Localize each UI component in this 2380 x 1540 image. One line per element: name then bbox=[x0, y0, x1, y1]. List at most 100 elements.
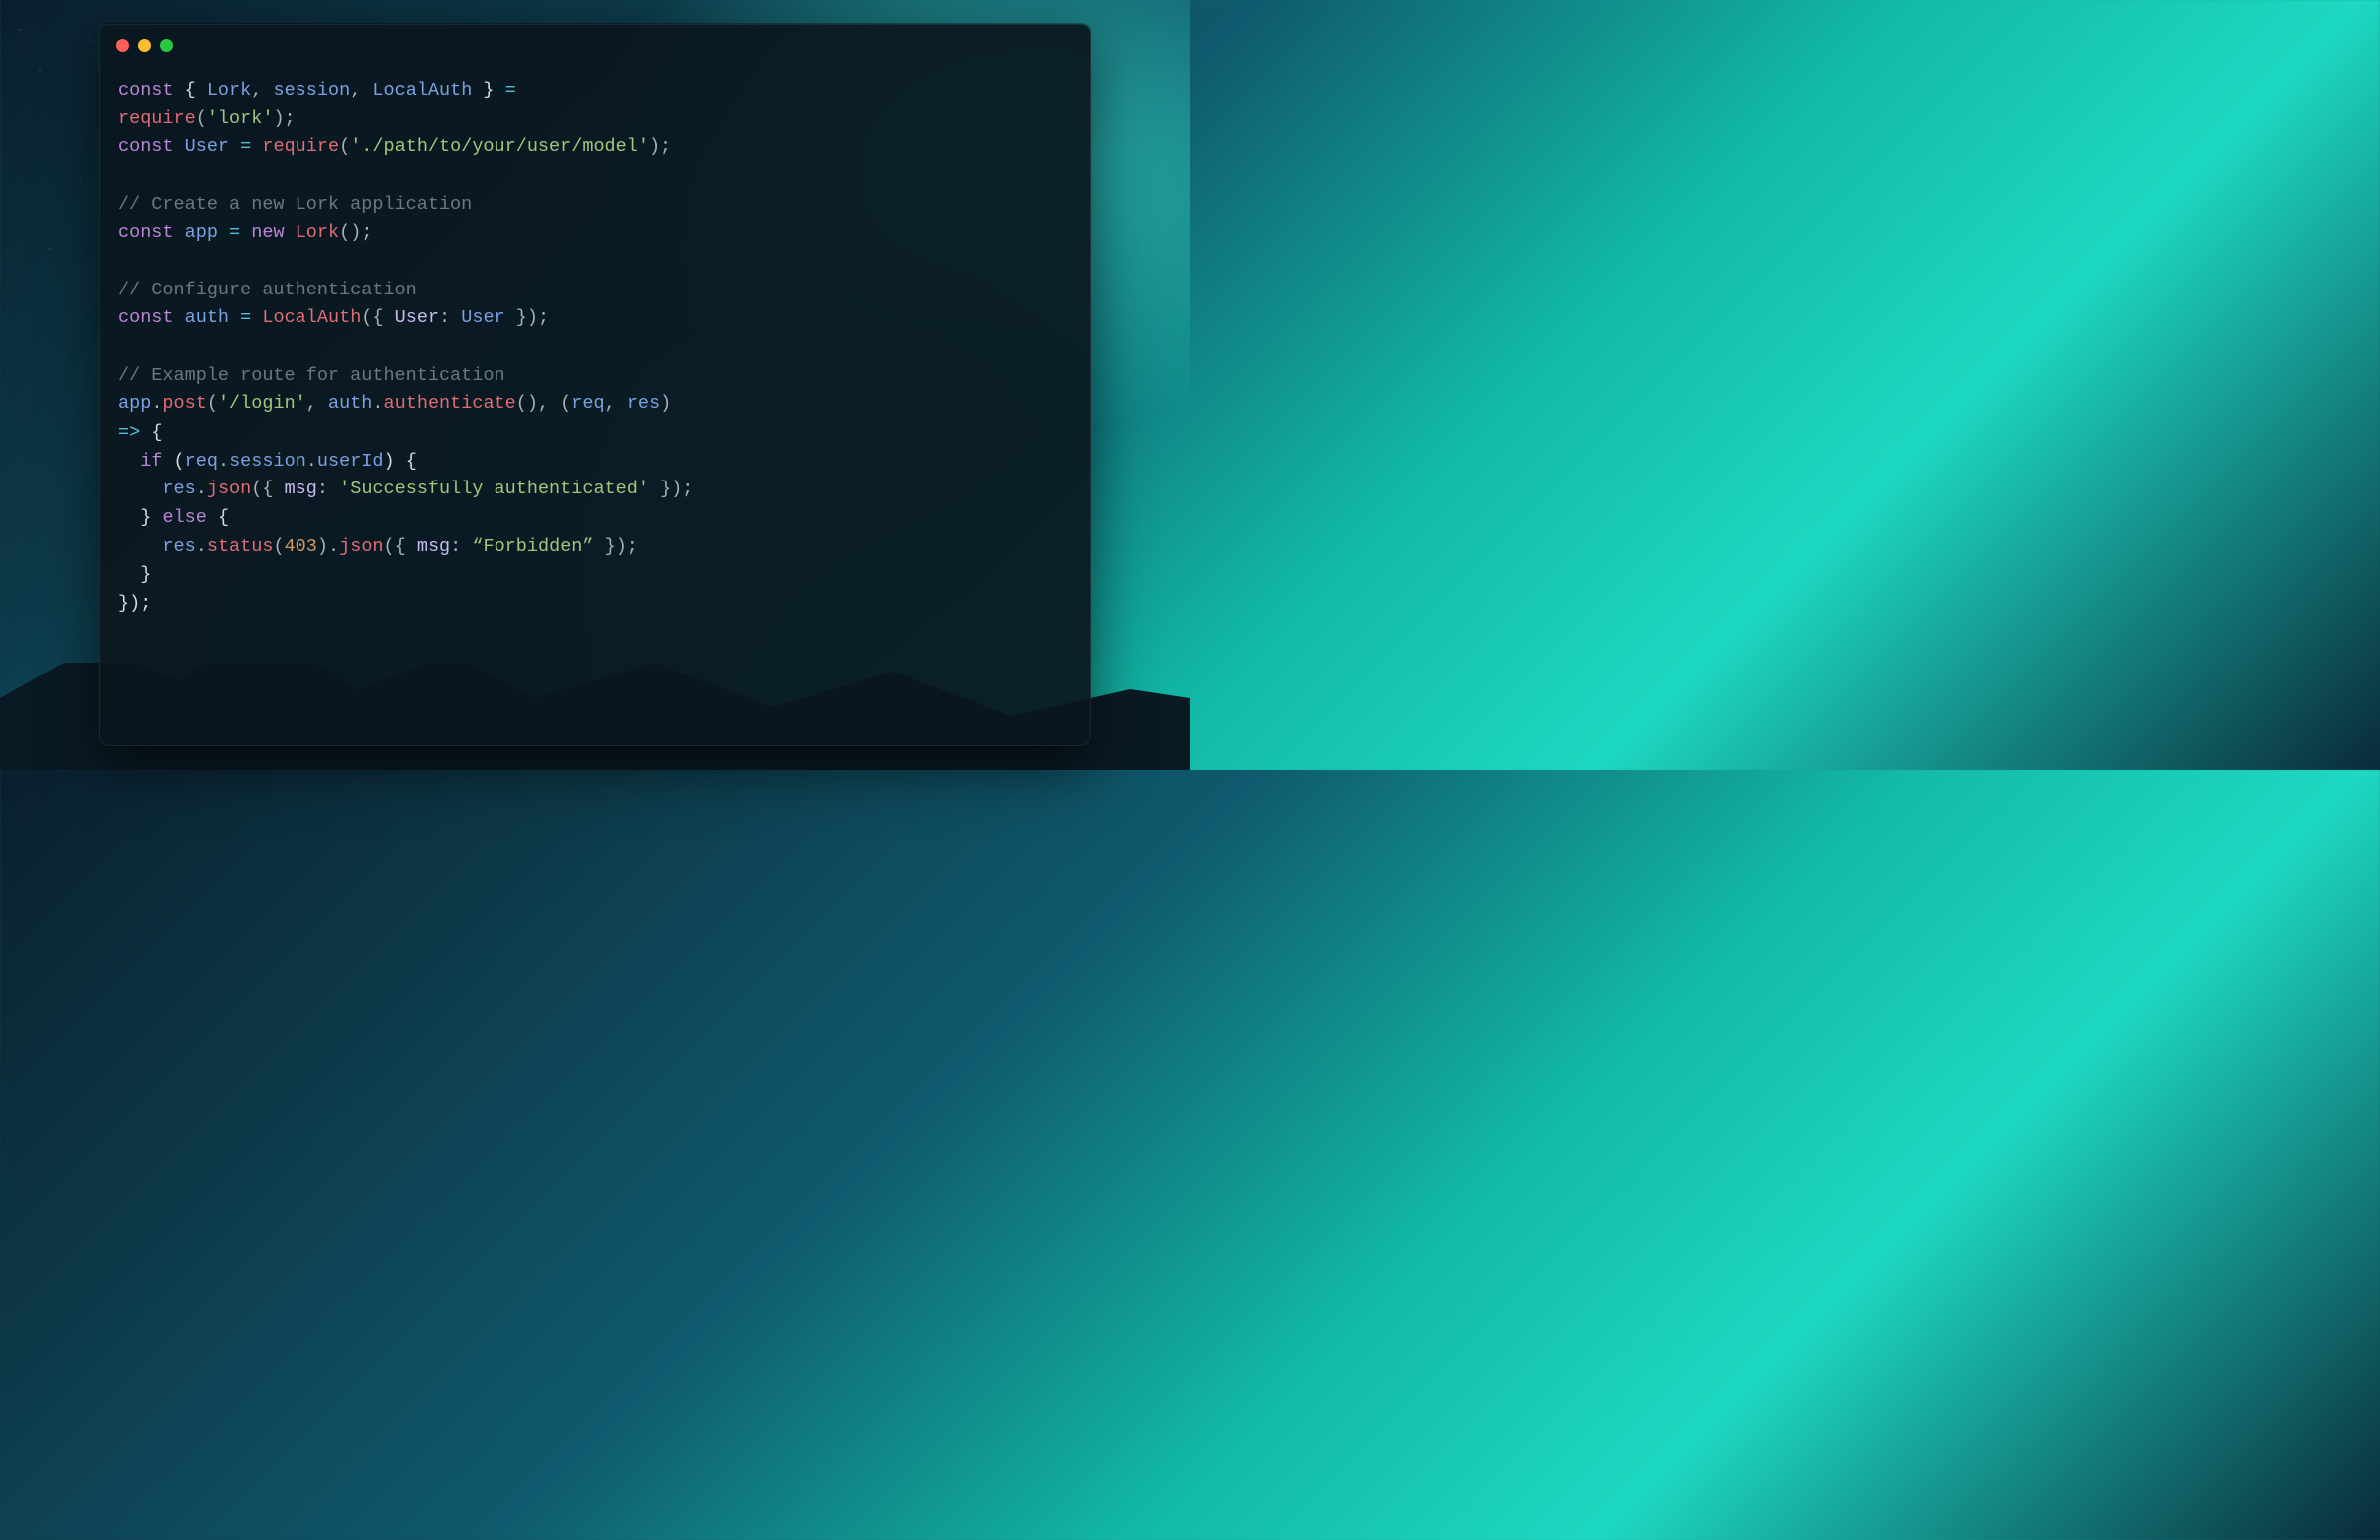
code-line: } else { bbox=[118, 504, 1072, 533]
code-token-kw: new bbox=[251, 222, 284, 243]
code-token-kw: const bbox=[118, 307, 174, 328]
code-token-kw: else bbox=[162, 507, 206, 528]
code-token-punc: (), ( bbox=[516, 393, 572, 414]
code-token-white bbox=[285, 222, 296, 243]
code-token-white bbox=[229, 307, 240, 328]
code-token-white bbox=[229, 136, 240, 157]
code-token-fn: Lork bbox=[296, 222, 339, 243]
code-token-punc: . bbox=[196, 479, 207, 499]
code-token-ident: User bbox=[185, 136, 229, 157]
code-token-comment: // Configure authentication bbox=[118, 280, 417, 300]
code-token-punc: . bbox=[372, 393, 383, 414]
code-token-punc: , bbox=[251, 80, 273, 100]
code-token-white: { bbox=[140, 422, 162, 443]
code-line: const app = new Lork(); bbox=[118, 219, 1072, 248]
code-token-str: “Forbidden” bbox=[472, 536, 593, 557]
code-token-num: 403 bbox=[285, 536, 317, 557]
code-line: res.status(403).json({ msg: “Forbidden” … bbox=[118, 533, 1072, 562]
code-token-punc: : bbox=[450, 536, 472, 557]
code-token-punc: ({ bbox=[361, 307, 394, 328]
code-token-punc: ({ bbox=[251, 479, 284, 499]
code-token-punc: ( bbox=[207, 393, 218, 414]
code-token-str: 'lork' bbox=[207, 108, 274, 129]
code-token-kw: const bbox=[118, 80, 174, 100]
code-token-fn: require bbox=[118, 108, 196, 129]
code-line: res.json({ msg: 'Successfully authentica… bbox=[118, 476, 1072, 504]
close-icon[interactable] bbox=[116, 39, 129, 52]
code-token-punc: ( bbox=[196, 108, 207, 129]
code-token-ident: res bbox=[627, 393, 660, 414]
code-token-white bbox=[174, 307, 185, 328]
code-token-ident: req bbox=[571, 393, 604, 414]
code-token-punc: ( bbox=[339, 136, 350, 157]
code-token-comment: // Create a new Lork application bbox=[118, 194, 472, 215]
minimize-icon[interactable] bbox=[138, 39, 151, 52]
code-token-white: { bbox=[174, 80, 207, 100]
code-token-op: = bbox=[240, 307, 251, 328]
code-line: const User = require('./path/to/your/use… bbox=[118, 133, 1072, 162]
code-token-prop: User bbox=[395, 307, 439, 328]
code-token-punc: : bbox=[317, 479, 339, 499]
code-line: => { bbox=[118, 419, 1072, 448]
code-window: const { Lork, session, LocalAuth } = req… bbox=[99, 24, 1091, 746]
code-line: app.post('/login', auth.authenticate(), … bbox=[118, 390, 1072, 419]
code-token-ident: app bbox=[118, 393, 151, 414]
code-token-fn: json bbox=[339, 536, 383, 557]
code-token-op: = bbox=[240, 136, 251, 157]
code-editor[interactable]: const { Lork, session, LocalAuth } = req… bbox=[100, 65, 1090, 639]
code-token-punc: , bbox=[605, 393, 627, 414]
code-token-white bbox=[118, 479, 162, 499]
code-token-fn: post bbox=[162, 393, 206, 414]
code-line bbox=[118, 333, 1072, 362]
code-token-kw: if bbox=[140, 451, 162, 472]
code-token-kw: const bbox=[118, 222, 174, 243]
code-token-prop: msg bbox=[285, 479, 317, 499]
code-line bbox=[118, 162, 1072, 191]
code-token-ident: res bbox=[162, 536, 195, 557]
code-line bbox=[118, 248, 1072, 277]
code-token-fn: LocalAuth bbox=[262, 307, 361, 328]
code-token-fn: authenticate bbox=[384, 393, 516, 414]
code-token-punc: : bbox=[439, 307, 461, 328]
code-token-white: } bbox=[118, 564, 151, 585]
window-titlebar bbox=[100, 25, 1090, 65]
code-token-fn: status bbox=[207, 536, 274, 557]
code-token-punc: }); bbox=[649, 479, 693, 499]
code-token-white bbox=[118, 536, 162, 557]
code-token-str: './path/to/your/user/model' bbox=[350, 136, 649, 157]
code-token-ident: auth bbox=[185, 307, 229, 328]
code-token-punc: ( bbox=[273, 536, 284, 557]
code-token-punc: . bbox=[196, 536, 207, 557]
code-token-punc: , bbox=[306, 393, 328, 414]
code-token-white: ) { bbox=[384, 451, 417, 472]
code-token-ident: userId bbox=[317, 451, 384, 472]
code-token-str: '/login' bbox=[218, 393, 306, 414]
code-token-punc: }); bbox=[505, 307, 549, 328]
code-token-white bbox=[516, 80, 527, 100]
code-line: const { Lork, session, LocalAuth } = bbox=[118, 77, 1072, 105]
code-line: require('lork'); bbox=[118, 105, 1072, 134]
code-token-punc: ({ bbox=[384, 536, 417, 557]
zoom-icon[interactable] bbox=[160, 39, 173, 52]
code-token-op: = bbox=[505, 80, 516, 100]
code-line: const auth = LocalAuth({ User: User }); bbox=[118, 304, 1072, 333]
code-token-punc: . bbox=[218, 451, 229, 472]
code-token-white bbox=[240, 222, 251, 243]
code-token-ident: res bbox=[162, 479, 195, 499]
code-token-kw: const bbox=[118, 136, 174, 157]
code-token-punc: (); bbox=[339, 222, 372, 243]
code-token-ident: User bbox=[461, 307, 504, 328]
code-token-op: = bbox=[229, 222, 240, 243]
code-token-white bbox=[251, 136, 262, 157]
code-token-punc: ); bbox=[273, 108, 295, 129]
code-token-fn: json bbox=[207, 479, 251, 499]
code-token-ident: session bbox=[273, 80, 350, 100]
code-token-punc: ) bbox=[660, 393, 682, 414]
code-token-white: ( bbox=[162, 451, 184, 472]
code-token-white: } bbox=[118, 507, 162, 528]
code-token-punc: , bbox=[350, 80, 372, 100]
code-token-white bbox=[174, 222, 185, 243]
code-token-punc: }); bbox=[594, 536, 638, 557]
code-token-ident: app bbox=[185, 222, 218, 243]
code-token-prop: msg bbox=[417, 536, 450, 557]
